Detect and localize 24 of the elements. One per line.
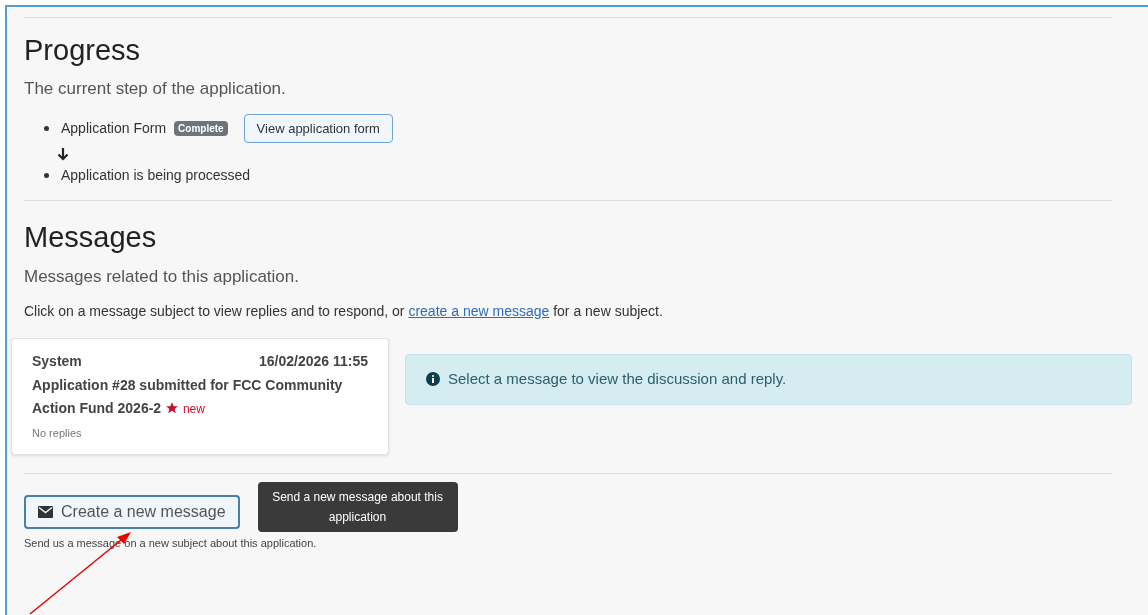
section-subtitle: Messages related to this application. [24,265,299,288]
bullet-icon [44,126,49,131]
info-icon [426,372,440,387]
status-badge: Complete [174,121,228,136]
view-form-button[interactable]: View application form [243,113,393,144]
message-subject: Application #28 submitted for FCC Community Action Fund 2026-2 new [32,376,344,418]
reply-count: No replies [32,426,82,441]
envelope-icon [38,505,53,518]
create-message-button[interactable]: Create a new message [24,494,240,529]
section-subtitle: The current step of the application. [24,78,286,101]
bullet-icon [44,173,49,179]
step-label: Application Form [61,119,167,138]
info-text: Select a message to view the discussion and reply. [448,369,787,389]
message-card[interactable]: System 16/02/2026 11:55 Application #28 submitted for FCC Community Action Fund 2026-2 new No replies [11,338,389,455]
down-arrow-icon [57,147,69,162]
new-label: new [182,402,205,416]
message-date: 16/02/2026 11:55 [259,352,368,371]
section-title: Messages [24,220,157,256]
create-message-link[interactable]: create a new message [408,303,550,319]
instructions-text: Click on a message subject to view replies and to respond, or create a new message for a new subject. [24,302,663,321]
tooltip: Send a new message about this application [257,481,458,532]
step-label: Application is being processed [61,166,251,186]
message-sender: System [32,352,82,371]
section-title: Progress [24,33,141,68]
